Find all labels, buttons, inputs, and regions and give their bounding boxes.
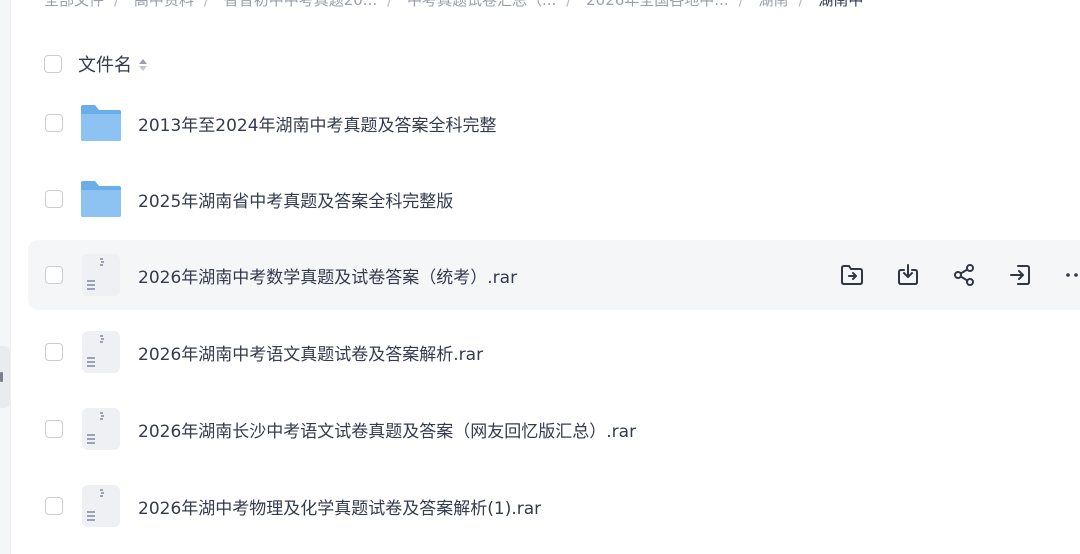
breadcrumb-item[interactable]: 中考真题试卷汇总（... xyxy=(407,0,556,9)
file-name[interactable]: 2026年湖南中考数学真题及试卷答案（统考）.rar xyxy=(138,263,517,288)
row-checkbox[interactable] xyxy=(45,343,63,361)
file-name[interactable]: 2026年湖南中考语文真题试卷及答案解析.rar xyxy=(138,340,483,365)
file-name[interactable]: 2026年湖中考物理及化学真题试卷及答案解析(1).rar xyxy=(138,494,541,519)
breadcrumb-current: 湖南中 xyxy=(818,0,864,9)
sort-icon[interactable] xyxy=(138,57,148,71)
row-checkbox[interactable] xyxy=(45,266,63,284)
file-list-header: 文件名 xyxy=(44,46,148,82)
row-actions xyxy=(840,240,1080,310)
archive-file-icon xyxy=(79,330,123,374)
file-row[interactable]: 2025年湖南省中考真题及答案全科完整版 xyxy=(28,164,1080,234)
file-name[interactable]: 2013年至2024年湖南中考真题及答案全科完整 xyxy=(138,111,497,136)
archive-file-icon xyxy=(79,253,123,297)
breadcrumb-item-all-files[interactable]: 全部文件 xyxy=(44,0,104,9)
row-checkbox[interactable] xyxy=(45,420,63,438)
row-checkbox[interactable] xyxy=(45,190,63,208)
filename-column-header[interactable]: 文件名 xyxy=(78,51,132,77)
file-name[interactable]: 2026年湖南长沙中考语文试卷真题及答案（网友回忆版汇总）.rar xyxy=(138,417,636,442)
share-icon[interactable] xyxy=(952,263,976,287)
left-sidebar-edge xyxy=(0,0,11,554)
archive-file-icon xyxy=(79,484,123,528)
move-to-folder-icon[interactable] xyxy=(840,263,864,287)
breadcrumb-item[interactable]: 高中资料 xyxy=(134,0,194,9)
archive-file-icon xyxy=(79,407,123,451)
file-row[interactable]: 2026年湖南长沙中考语文试卷真题及答案（网友回忆版汇总）.rar xyxy=(28,394,1080,464)
row-checkbox[interactable] xyxy=(45,114,63,132)
file-row[interactable]: 2013年至2024年湖南中考真题及答案全科完整 xyxy=(28,88,1080,158)
import-icon[interactable] xyxy=(1008,263,1032,287)
breadcrumb-item[interactable]: 2026年全国各地中... xyxy=(586,0,728,9)
breadcrumb: 全部文件 / 高中资料 / 智普初中中考真题20... / 中考真题试卷汇总（... /… xyxy=(44,0,863,10)
folder-icon xyxy=(79,101,123,145)
folder-icon xyxy=(79,177,123,221)
sidebar-collapse-handle[interactable] xyxy=(0,346,10,408)
more-icon[interactable] xyxy=(1064,263,1080,287)
file-row-hovered[interactable]: 2026年湖南中考数学真题及试卷答案（统考）.rar xyxy=(28,240,1080,310)
row-checkbox[interactable] xyxy=(45,497,63,515)
breadcrumb-item[interactable]: 智普初中中考真题20... xyxy=(224,0,377,9)
breadcrumb-item[interactable]: 湖南 xyxy=(758,0,788,9)
file-row[interactable]: 2026年湖南中考语文真题试卷及答案解析.rar xyxy=(28,317,1080,387)
file-row[interactable]: 2026年湖中考物理及化学真题试卷及答案解析(1).rar xyxy=(28,471,1080,541)
select-all-checkbox[interactable] xyxy=(44,55,62,73)
download-icon[interactable] xyxy=(896,263,920,287)
file-name[interactable]: 2025年湖南省中考真题及答案全科完整版 xyxy=(138,187,453,212)
